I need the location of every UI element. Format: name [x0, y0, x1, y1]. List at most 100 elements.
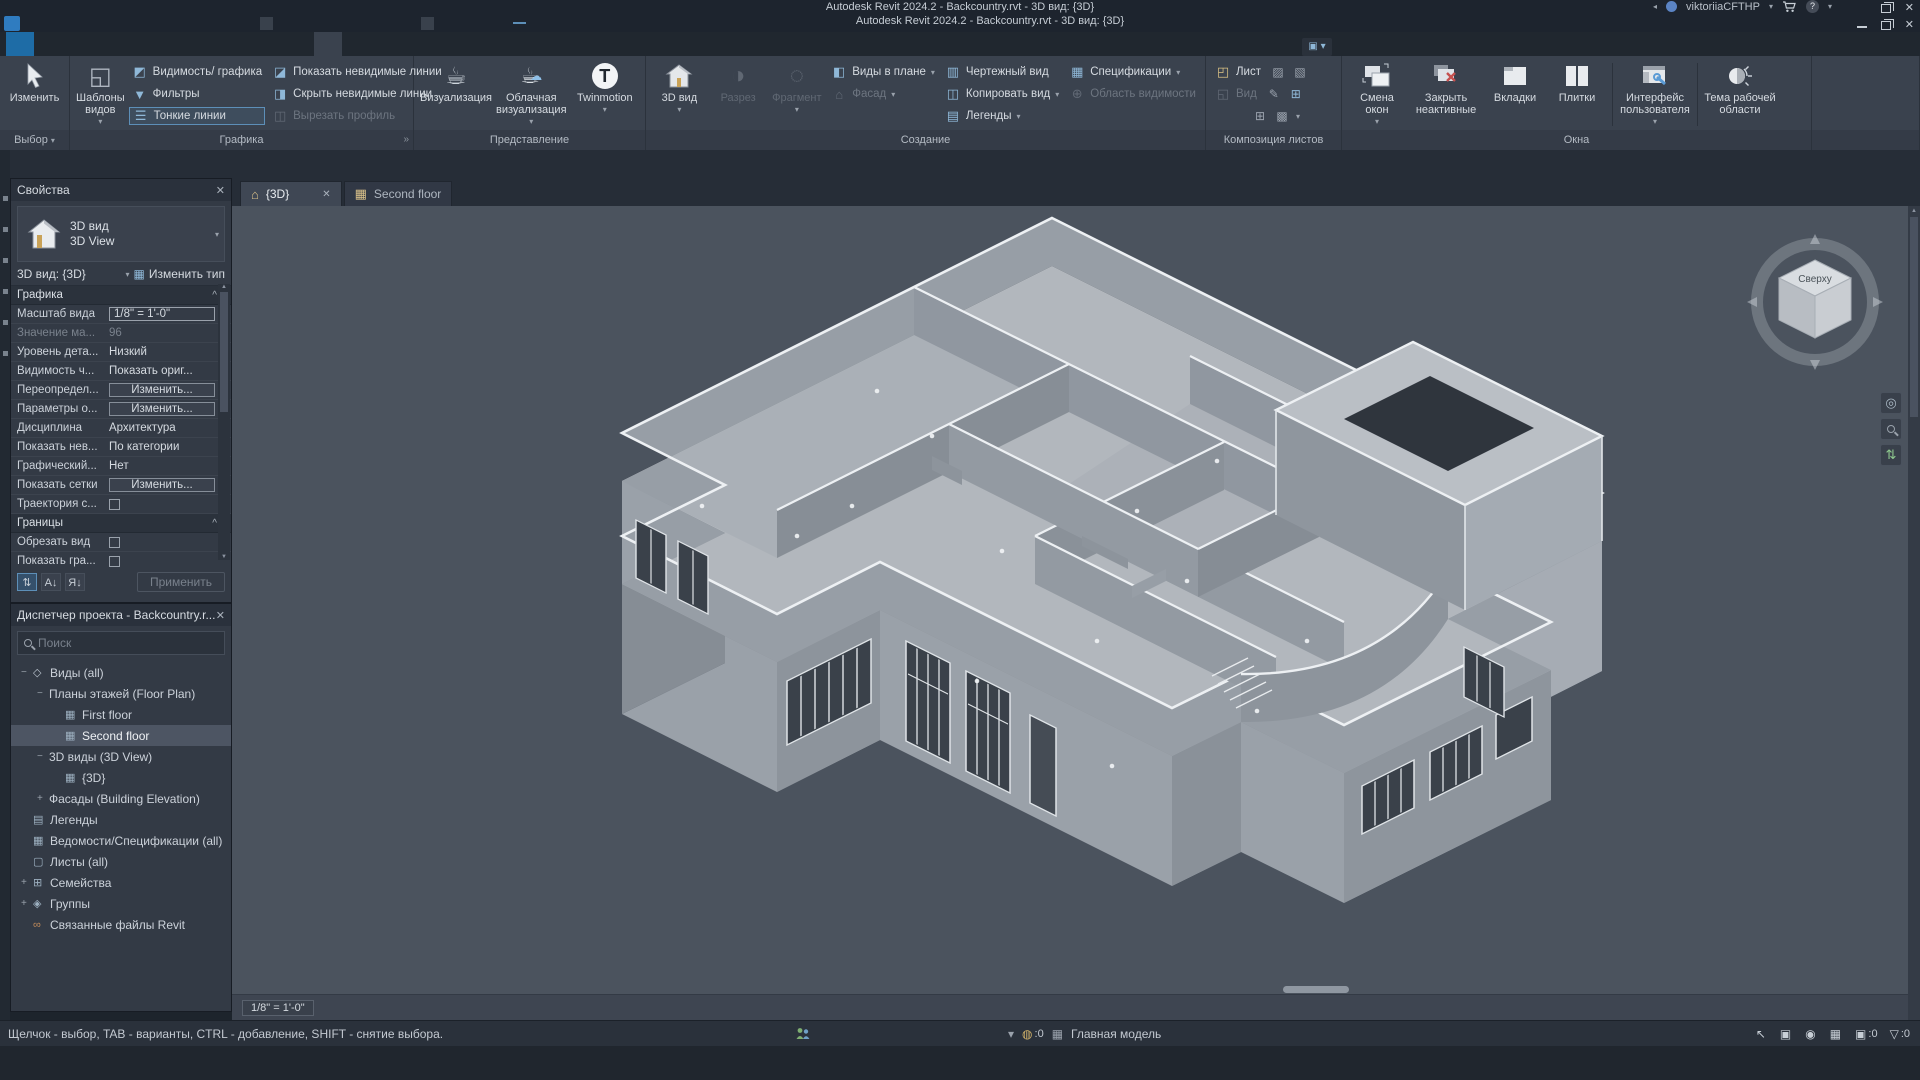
panel-label-presentation[interactable]: Представление — [414, 130, 645, 150]
steering-wheel-icon[interactable]: ◎ — [1880, 392, 1902, 414]
minimize-button[interactable] — [1857, 21, 1867, 28]
tree-item[interactable]: + ⊞ Семейства — [11, 872, 231, 893]
workset-caret-icon[interactable]: ▾ — [1008, 1027, 1014, 1041]
tile-views-button[interactable]: Плитки — [1548, 59, 1606, 130]
ribbon-tab[interactable] — [286, 32, 314, 56]
view-tab[interactable]: ⌂ {3D} ✕ — [240, 181, 342, 206]
expander-icon[interactable]: − — [21, 667, 33, 678]
workspace-theme-button[interactable]: Тема рабочей области — [1704, 59, 1776, 130]
property-row[interactable]: Траектория с... ^ — [11, 495, 231, 514]
ribbon-tab[interactable] — [90, 32, 118, 56]
selection-toggle-icon[interactable]: ↖ — [1756, 1027, 1768, 1041]
selection-toggle-icon[interactable]: ◉ — [1805, 1027, 1817, 1041]
account-name[interactable]: viktoriiaCFTHP — [1686, 1, 1760, 13]
selection-toggle-icon[interactable]: ▽:0 — [1890, 1027, 1910, 1041]
callout-button[interactable]: ◌ Фрагмент ▾ — [769, 59, 824, 130]
property-row[interactable]: Показать сетки Изменить... Изменить... ^ — [11, 476, 231, 495]
zoom-tool-icon[interactable] — [1880, 418, 1902, 440]
horizontal-scroll-thumb[interactable] — [1283, 986, 1349, 993]
view-cube[interactable]: Сверху — [1730, 222, 1900, 392]
switch-windows-button[interactable]: Смена окон ▾ — [1348, 59, 1406, 130]
sort-default-icon[interactable]: ⇅ — [17, 573, 37, 591]
selection-toggle-icon[interactable]: ▣ — [1780, 1027, 1793, 1041]
legends-button[interactable]: ▤Легенды▾ — [942, 107, 1062, 125]
checkbox[interactable] — [109, 499, 120, 510]
tree-item[interactable]: − 3D виды (3D View) — [11, 746, 231, 767]
elevation-button[interactable]: ⌂Фасад▾ — [828, 85, 938, 103]
tree-item[interactable]: + ◈ Группы — [11, 893, 231, 914]
ribbon-tab[interactable] — [34, 32, 62, 56]
sort-ascending-icon[interactable]: A↓ — [41, 573, 61, 591]
panel-label-select[interactable]: Выбор ▾ — [0, 130, 69, 150]
view-templates-button[interactable]: ◱ Шаблоны видов ▾ — [76, 59, 125, 130]
tab-views-button[interactable]: Вкладки — [1486, 59, 1544, 130]
ribbon-tab[interactable] — [342, 32, 370, 56]
ribbon-tab[interactable] — [174, 32, 202, 56]
panel-label-graphics[interactable]: Графика» — [70, 130, 413, 150]
selection-toggle-icon[interactable]: ▦ — [1830, 1027, 1843, 1041]
restore-button[interactable] — [1881, 4, 1891, 13]
plan-views-button[interactable]: ◧Виды в плане▾ — [828, 63, 938, 81]
instance-selector[interactable]: 3D вид: {3D}▾ — [17, 267, 129, 281]
sheet-button[interactable]: ◰Лист — [1212, 63, 1264, 81]
properties-scrollbar[interactable]: ▲▼ — [218, 284, 230, 560]
thin-lines-button[interactable]: ☰Тонкие линии — [129, 107, 265, 125]
drafting-view-button[interactable]: ▥Чертежный вид — [942, 63, 1062, 81]
property-row[interactable]: Значение ма... 96 96 ^ — [11, 324, 231, 343]
guide-grid-icon[interactable]: ⊞ — [1252, 109, 1268, 123]
scale-button[interactable]: 1/8" = 1'-0" — [242, 1000, 314, 1016]
ribbon-tab[interactable] — [398, 32, 426, 56]
type-selector[interactable]: 3D вид3D View ▾ — [17, 206, 225, 262]
revisions-icon[interactable]: ▧ — [1292, 65, 1308, 79]
ribbon-tab[interactable] — [6, 32, 34, 56]
property-row[interactable]: Дисциплина Архитектура Архитектура ^ — [11, 419, 231, 438]
search-input[interactable] — [38, 636, 188, 650]
titleblock-icon[interactable]: ▨ — [1270, 65, 1286, 79]
design-option-selector[interactable]: Главная модель — [1071, 1027, 1161, 1041]
ribbon-tab[interactable] — [62, 32, 90, 56]
tree-item[interactable]: − Планы этажей (Floor Plan) — [11, 683, 231, 704]
ribbon-tab[interactable] — [258, 32, 286, 56]
type-caret-icon[interactable]: ▾ — [215, 230, 219, 239]
checkbox[interactable] — [109, 537, 120, 548]
ribbon-tab[interactable] — [314, 32, 342, 56]
nav-extra-icon[interactable]: ⇅ — [1880, 444, 1902, 466]
property-row[interactable]: Видимость ч... Показать ориг... Показать… — [11, 362, 231, 381]
close-icon[interactable]: ✕ — [216, 609, 225, 622]
ribbon-tab[interactable] — [370, 32, 398, 56]
sort-descending-icon[interactable]: Я↓ — [65, 573, 85, 591]
section-button[interactable]: ◑ Разрез — [711, 59, 766, 130]
tree-item[interactable]: ▦ {3D} — [11, 767, 231, 788]
apply-button[interactable]: Применить — [137, 572, 225, 592]
section-collapse-icon[interactable]: ^ — [212, 518, 217, 529]
property-row[interactable]: Показать нев... По категории По категори… — [11, 438, 231, 457]
expander-icon[interactable]: + — [21, 898, 33, 909]
property-row[interactable]: Графика ^ — [11, 286, 231, 305]
close-inactive-button[interactable]: Закрыть неактивные — [1410, 59, 1482, 130]
section-collapse-icon[interactable]: ^ — [212, 290, 217, 301]
tab-overflow-icon[interactable]: ▣ ▾ — [1302, 38, 1332, 56]
account-caret-icon[interactable]: ▾ — [1769, 2, 1773, 11]
panel-label-sheet[interactable]: Композиция листов — [1206, 130, 1341, 150]
property-row[interactable]: Уровень дета... Низкий Низкий ^ — [11, 343, 231, 362]
panel-label-create[interactable]: Создание — [646, 130, 1205, 150]
expander-icon[interactable]: − — [37, 688, 49, 699]
ribbon-tab[interactable] — [230, 32, 258, 56]
tree-item[interactable]: ∞ Связанные файлы Revit — [11, 914, 231, 935]
scope-box-button[interactable]: ⊕Область видимости — [1066, 85, 1199, 103]
close-button-2[interactable]: ✕ — [1905, 18, 1914, 31]
expander-icon[interactable]: + — [37, 793, 49, 804]
ribbon-tab[interactable] — [118, 32, 146, 56]
ribbon-tab[interactable] — [202, 32, 230, 56]
viewport-icon[interactable]: ✎ — [1266, 87, 1282, 101]
checkbox[interactable] — [109, 556, 120, 567]
view3d-button[interactable]: 3D вид ▾ — [652, 59, 707, 130]
tree-item[interactable]: + Фасады (Building Elevation) — [11, 788, 231, 809]
matchline-icon[interactable]: ▩ — [1274, 109, 1290, 123]
view-tab[interactable]: ▦ Second floor — [344, 181, 453, 206]
tree-item[interactable]: − ◇ Виды (all) — [11, 662, 231, 683]
avatar[interactable] — [1666, 1, 1677, 12]
twinmotion-button[interactable]: T Twinmotion ▾ — [571, 59, 639, 130]
tree-item[interactable]: ▦ Second floor — [11, 725, 231, 746]
properties-header[interactable]: Свойства ✕ — [11, 179, 231, 201]
